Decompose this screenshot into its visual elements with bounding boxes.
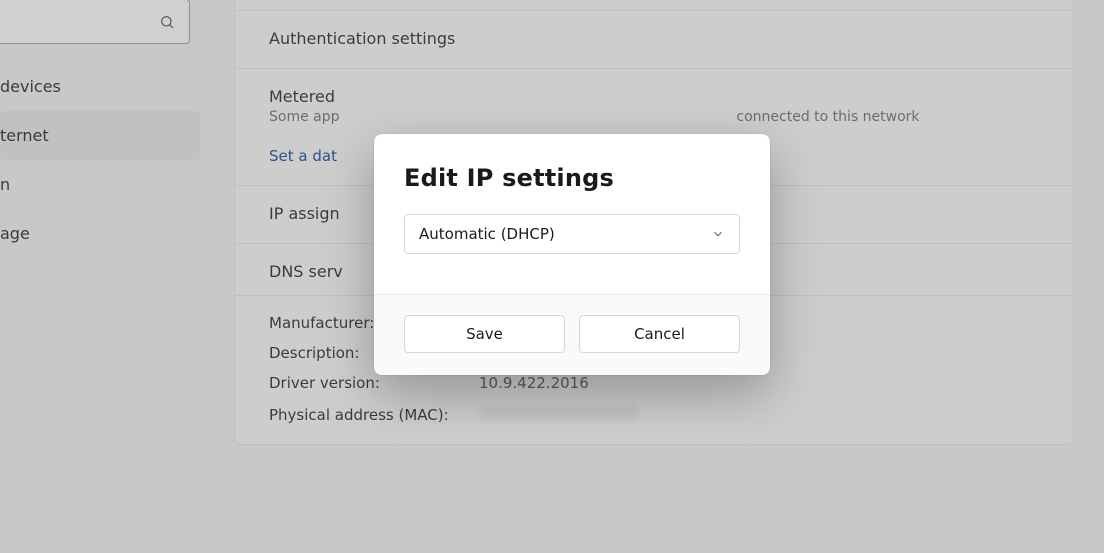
button-label: Save <box>466 325 503 343</box>
button-label: Cancel <box>634 325 685 343</box>
save-button[interactable]: Save <box>404 315 565 353</box>
select-value: Automatic (DHCP) <box>419 225 555 243</box>
cancel-button[interactable]: Cancel <box>579 315 740 353</box>
dialog-title: Edit IP settings <box>404 164 740 192</box>
ip-mode-select[interactable]: Automatic (DHCP) <box>404 214 740 254</box>
chevron-down-icon <box>711 227 725 241</box>
edit-ip-settings-dialog: Edit IP settings Automatic (DHCP) Save C… <box>374 134 770 375</box>
